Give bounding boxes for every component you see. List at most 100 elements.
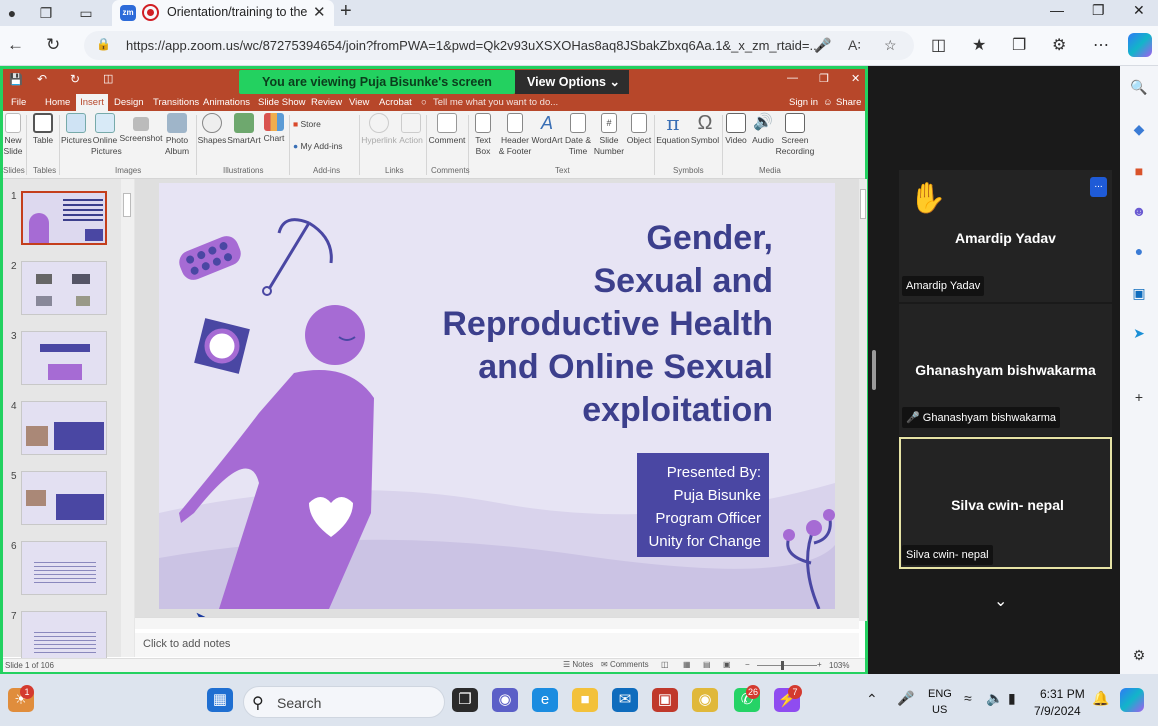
slide-number-button[interactable]: # Slide Number [593, 113, 625, 157]
workspaces-icon[interactable]: ❐ [36, 3, 56, 23]
search-icon[interactable]: 🔍 [1130, 78, 1148, 96]
view-options-button[interactable]: View Options ⌄ [515, 70, 629, 94]
read-aloud-icon[interactable]: A∶ [848, 37, 861, 54]
close-window-icon[interactable]: ✕ [1133, 2, 1145, 19]
microphone-tray-icon[interactable]: 🎤 [897, 690, 914, 707]
redo-icon[interactable]: ↻ [70, 72, 80, 86]
date-time-button[interactable]: Date & Time [563, 113, 593, 157]
zoom-level[interactable]: 103% [829, 661, 849, 670]
more-options-button[interactable]: ... [1090, 177, 1107, 197]
chart-button[interactable]: Chart [261, 113, 287, 144]
tab-slide-show[interactable]: Slide Show [258, 97, 306, 108]
back-icon[interactable]: ← [7, 35, 24, 55]
tab-review[interactable]: Review [311, 97, 342, 108]
chevron-up-icon[interactable]: ⌃ [866, 691, 878, 708]
online-pictures-button[interactable]: Online Pictures [91, 113, 122, 157]
copilot-taskbar-icon[interactable] [1120, 688, 1144, 712]
tab-view[interactable]: View [349, 97, 369, 108]
notes-pane[interactable]: Click to add notes [135, 633, 859, 657]
zoom-slider[interactable] [757, 665, 817, 666]
language-indicator[interactable]: ENG [928, 688, 952, 700]
store-button[interactable]: ■ Store [293, 119, 321, 129]
more-menu-icon[interactable]: ⋯ [1093, 35, 1109, 55]
tell-me-box[interactable]: Tell me what you want to do... [433, 97, 558, 108]
participant-tile[interactable]: Ghanashyam bishwakarma 🎤 Ghanashyam bish… [899, 304, 1112, 436]
scroll-thumb[interactable] [123, 193, 131, 217]
send-icon[interactable]: ➤ [1130, 324, 1148, 342]
favorite-star-icon[interactable]: ☆ [884, 37, 897, 54]
share-button[interactable]: Share [836, 97, 861, 108]
split-screen-icon[interactable]: ◫ [931, 35, 946, 55]
task-view-icon[interactable]: ❐ [452, 688, 478, 712]
teams-chat-icon[interactable]: ◉ [492, 688, 518, 712]
comments-toggle[interactable]: ✉ Comments [601, 660, 649, 669]
notes-toggle[interactable]: ☰ Notes [563, 660, 593, 669]
tab-acrobat[interactable]: Acrobat [379, 97, 412, 108]
tab-file[interactable]: File [11, 97, 26, 108]
smartart-button[interactable]: SmartArt [227, 113, 261, 146]
notification-bell-icon[interactable]: 🔔 [1092, 690, 1109, 707]
comment-button[interactable]: Comment [427, 113, 467, 146]
tab-animations[interactable]: Animations [203, 97, 250, 108]
zoom-in-icon[interactable]: + [817, 660, 822, 669]
scroll-thumb[interactable] [860, 189, 866, 219]
pictures-button[interactable]: Pictures [61, 113, 92, 146]
text-box-button[interactable]: Text Box [469, 113, 497, 157]
url-text[interactable]: https://app.zoom.us/wc/87275394654/join?… [126, 38, 816, 53]
action-button[interactable]: Action [397, 113, 425, 146]
edge-browser-icon[interactable]: e [532, 688, 558, 712]
wifi-icon[interactable]: ≈ [964, 690, 972, 706]
zoom-out-icon[interactable]: − [745, 660, 750, 669]
battery-icon[interactable]: ▮ [1008, 690, 1016, 707]
ppt-minimize-icon[interactable]: — [787, 72, 798, 84]
slide-thumbnail[interactable] [21, 401, 107, 455]
mail-icon[interactable]: ✉ [612, 688, 638, 712]
copilot-icon[interactable] [1128, 33, 1152, 57]
symbol-button[interactable]: Ω Symbol [689, 113, 721, 146]
slide-thumbnail[interactable] [21, 471, 107, 525]
refresh-icon[interactable]: ↻ [46, 35, 60, 55]
undo-icon[interactable]: ↶ [37, 72, 47, 86]
panel-resize-handle[interactable] [872, 350, 876, 390]
header-footer-button[interactable]: Header & Footer [497, 113, 533, 157]
outlook-icon[interactable]: ▣ [1130, 284, 1148, 302]
url-field[interactable]: 🔒 https://app.zoom.us/wc/87275394654/joi… [84, 31, 914, 60]
video-button[interactable]: Video [723, 113, 749, 146]
slideshow-view-icon[interactable]: ▣ [723, 660, 731, 669]
slide-thumbnail[interactable] [21, 611, 107, 665]
new-tab-icon[interactable]: + [340, 0, 352, 23]
shopping-tag-icon[interactable]: ◆ [1130, 120, 1148, 138]
file-explorer-icon[interactable]: ■ [572, 688, 598, 712]
settings-gear-icon[interactable]: ⚙ [1130, 646, 1148, 664]
screenshot-button[interactable]: Screenshot [119, 113, 163, 144]
slide-thumbnail[interactable] [21, 261, 107, 315]
reading-view-icon[interactable]: ▤ [703, 660, 711, 669]
clock-time[interactable]: 6:31 PM [1040, 687, 1085, 701]
lock-icon[interactable]: 🔒 [96, 37, 111, 51]
people-icon[interactable]: ☻ [1130, 202, 1148, 220]
tab-actions-icon[interactable]: ▭ [76, 3, 96, 23]
slide-sorter-icon[interactable]: ▦ [683, 660, 691, 669]
volume-icon[interactable]: 🔈 [986, 690, 1003, 707]
normal-view-icon[interactable]: ◫ [661, 660, 669, 669]
save-icon[interactable]: 💾 [9, 73, 23, 86]
start-windows-icon[interactable]: ▦ [207, 688, 233, 712]
slide-thumbnail[interactable] [21, 331, 107, 385]
restore-icon[interactable]: ❐ [1092, 2, 1105, 19]
equation-button[interactable]: π Equation [655, 113, 691, 146]
add-icon[interactable]: + [1130, 388, 1148, 406]
tab-design[interactable]: Design [114, 97, 144, 108]
microphone-icon[interactable]: 🎤 [814, 37, 831, 54]
taskbar-search[interactable]: ⚲ Search [243, 686, 445, 718]
table-button[interactable]: Table [30, 113, 56, 146]
collections-icon[interactable]: ❐ [1012, 35, 1026, 55]
browser-essentials-icon[interactable]: ⚙ [1052, 35, 1066, 55]
tab-zoom-meeting[interactable]: zm Orientation/training to the c ✕ [112, 0, 334, 26]
wordart-button[interactable]: A WordArt [531, 113, 563, 146]
favorites-icon[interactable]: ★ [972, 35, 986, 55]
shapes-button[interactable]: Shapes [197, 113, 227, 146]
store-app-icon[interactable]: ▣ [652, 688, 678, 712]
toolbox-icon[interactable]: ■ [1130, 162, 1148, 180]
ppt-close-icon[interactable]: ✕ [851, 72, 860, 85]
new-slide-button[interactable]: New Slide [3, 113, 23, 157]
